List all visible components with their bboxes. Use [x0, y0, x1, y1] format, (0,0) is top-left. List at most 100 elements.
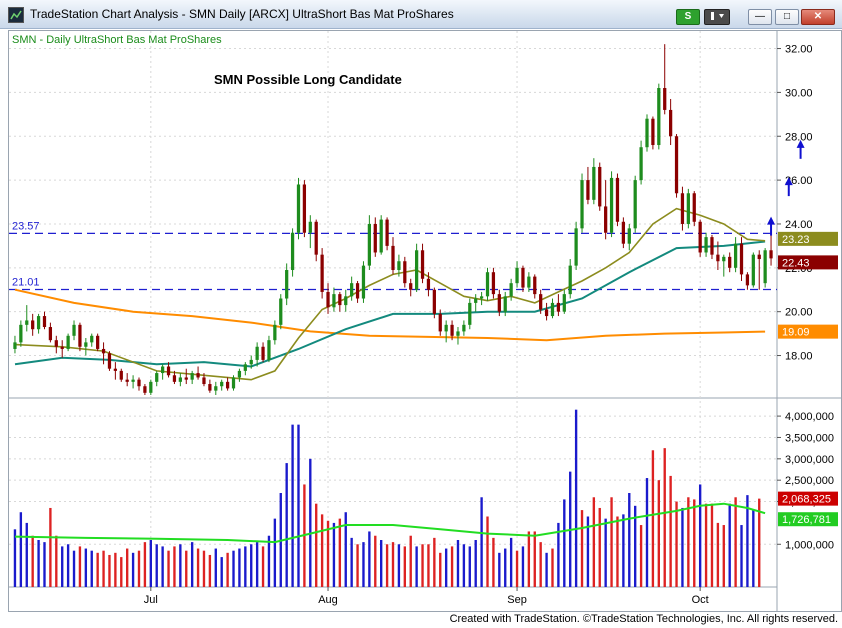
candle-body [633, 180, 637, 229]
symbol-link-button[interactable]: S [676, 9, 700, 25]
volume-bar [255, 542, 259, 587]
volume-bar [120, 557, 123, 587]
volume-bar [663, 448, 666, 587]
candle-body [320, 254, 324, 292]
candle-body [60, 346, 64, 349]
window-title-bar[interactable]: TradeStation Chart Analysis - SMN Daily … [0, 0, 842, 29]
candle-body [72, 324, 76, 336]
price-tick-label: 28.00 [785, 131, 813, 143]
close-button[interactable]: ✕ [801, 9, 835, 25]
volume-bar [616, 516, 619, 587]
volume-bar [592, 497, 596, 587]
candle-body [651, 118, 655, 146]
volume-bar [66, 544, 70, 587]
candle-body [101, 348, 106, 354]
volume-tick-label: 4,000,000 [785, 411, 834, 423]
stock-chart[interactable]: 18.0020.0022.0024.0026.0028.0030.0032.00… [9, 31, 841, 611]
candle-body [161, 366, 165, 374]
candle-body [474, 298, 478, 303]
candle-body [308, 221, 312, 233]
volume-bar [90, 550, 93, 587]
candle-body [261, 346, 265, 360]
candle-body [550, 302, 555, 317]
candle-body [468, 302, 472, 325]
volume-bar [427, 544, 430, 587]
volume-bar [622, 514, 625, 587]
candle-body [90, 335, 94, 343]
candle-body [231, 377, 236, 389]
candle-body [663, 88, 667, 110]
candle-body [645, 118, 649, 148]
volume-bar [55, 535, 58, 587]
symbol-label: SMN - Daily UltraShort Bas Mat ProShares [12, 34, 222, 46]
price-tick-label: 32.00 [785, 44, 813, 56]
candle-body [621, 221, 625, 244]
volume-bar [72, 550, 76, 587]
volume-bar [185, 550, 188, 587]
volume-bar [444, 548, 448, 587]
volume-bar [326, 520, 330, 587]
minimize-button[interactable]: — [748, 9, 772, 25]
candle-body [66, 335, 70, 349]
volume-bar [533, 531, 536, 587]
volume-bar [598, 507, 601, 587]
volume-bar [244, 546, 247, 587]
horizontal-level-label: 23.57 [12, 220, 40, 232]
candle-body [273, 324, 277, 341]
volume-bar [539, 542, 542, 587]
candle-body [722, 256, 726, 262]
volume-bar [261, 546, 265, 587]
candle-body [190, 373, 194, 380]
volume-bar [604, 518, 607, 587]
volume-bar [25, 522, 28, 587]
candle-body [598, 166, 602, 207]
volume-bar [273, 518, 277, 587]
volume-tick-label: 3,000,000 [785, 454, 834, 466]
candle-body [36, 316, 41, 330]
candle-body [178, 377, 182, 382]
candle-body [686, 193, 690, 224]
volume-bar [214, 548, 217, 587]
volume-bar [19, 512, 23, 587]
volume-bar [504, 548, 507, 587]
volume-bar [698, 484, 702, 587]
volume-bar [397, 544, 401, 587]
volume-bar [285, 463, 288, 587]
volume-bar [563, 499, 566, 587]
candle-body [249, 359, 253, 365]
volume-bar [409, 535, 412, 587]
volume-bar [639, 525, 643, 587]
volume-bar [734, 497, 737, 587]
volume-bar [509, 537, 513, 587]
candle-body [314, 221, 318, 255]
volume-tick-label: 2,500,000 [785, 475, 834, 487]
candle-body [214, 386, 218, 391]
volume-bar [131, 552, 135, 587]
candle-body [503, 296, 507, 312]
candle-body [279, 298, 283, 325]
volume-bar [580, 510, 584, 587]
volume-bar [752, 510, 755, 587]
chart-window[interactable]: 18.0020.0022.0024.0026.0028.0030.0032.00… [8, 30, 842, 612]
volume-bar [167, 550, 170, 587]
candle-body [332, 294, 336, 308]
volume-bar [403, 546, 406, 587]
candle-body [432, 289, 436, 314]
volume-bar [238, 548, 241, 587]
candle-body [562, 294, 566, 312]
volume-bar [669, 475, 672, 587]
candle-body [698, 221, 702, 253]
volume-bar [645, 478, 649, 587]
price-tick-label: 30.00 [785, 87, 813, 99]
candle-body [704, 237, 708, 253]
candle-body [184, 377, 188, 380]
candle-body [338, 294, 342, 306]
candle-body [669, 109, 673, 137]
window-link-button[interactable] [704, 9, 730, 25]
volume-bar [114, 552, 117, 587]
candle-body [733, 243, 738, 268]
candle-body [615, 177, 620, 222]
maximize-button[interactable]: □ [775, 9, 799, 25]
time-tick-label: Aug [318, 594, 338, 606]
candle-body [42, 316, 47, 328]
